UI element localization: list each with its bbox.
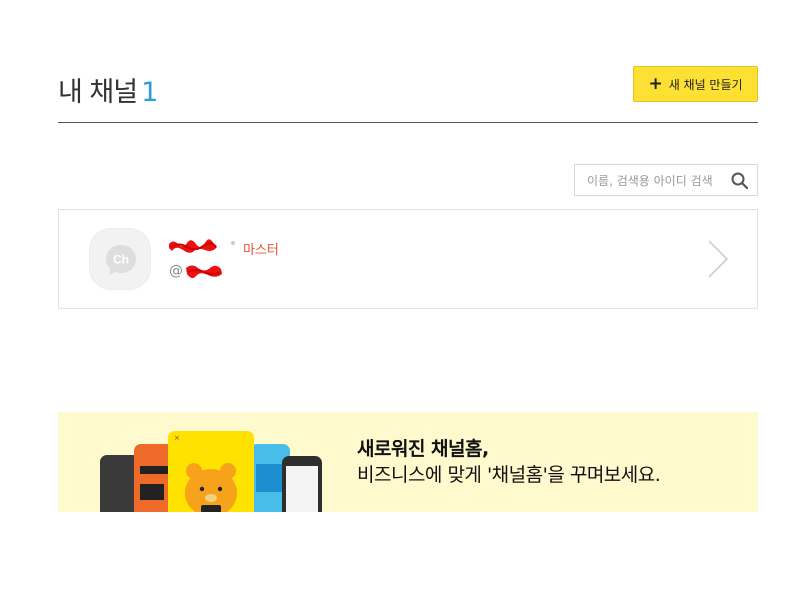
banner-text: 새로워진 채널홈, 비즈니스에 맞게 '채널홈'을 꾸며보세요. (357, 436, 661, 488)
channel-avatar: Ch (89, 228, 151, 290)
search-input[interactable] (585, 165, 729, 197)
redacted-channel-name (169, 239, 217, 253)
search-icon[interactable] (731, 172, 748, 189)
avatar-text: Ch (113, 253, 129, 267)
separator-dot (231, 241, 235, 245)
channel-count: 1 (141, 77, 158, 108)
channel-home-banner[interactable]: × 새로워진 채널홈, 비즈니스에 맞게 '채널홈'을 꾸며보세요. (58, 412, 758, 512)
bear-character-icon: × (174, 434, 237, 512)
plus-icon: + (648, 73, 663, 94)
create-channel-button[interactable]: + 새 채널 만들기 (633, 66, 758, 102)
channel-role: 마스터 (243, 243, 279, 258)
page-title-text: 내 채널 (58, 77, 138, 108)
chevron-right-icon (708, 240, 729, 278)
channel-search (574, 164, 758, 197)
channel-logo-icon: Ch (106, 245, 136, 275)
phone-mockups-illustration: × (100, 430, 330, 512)
create-channel-label: 새 채널 만들기 (668, 77, 743, 92)
channel-handle-prefix: @ (169, 263, 183, 279)
channel-card[interactable]: Ch 마스터 @ (58, 209, 758, 309)
redacted-channel-id (186, 265, 222, 279)
page-title: 내 채널 1 (58, 70, 158, 109)
banner-title: 새로워진 채널홈, (357, 438, 489, 460)
page-header: 내 채널 1 + 새 채널 만들기 (58, 64, 758, 123)
svg-text:×: × (174, 434, 180, 442)
banner-description: 비즈니스에 맞게 '채널홈'을 꾸며보세요. (357, 464, 661, 486)
